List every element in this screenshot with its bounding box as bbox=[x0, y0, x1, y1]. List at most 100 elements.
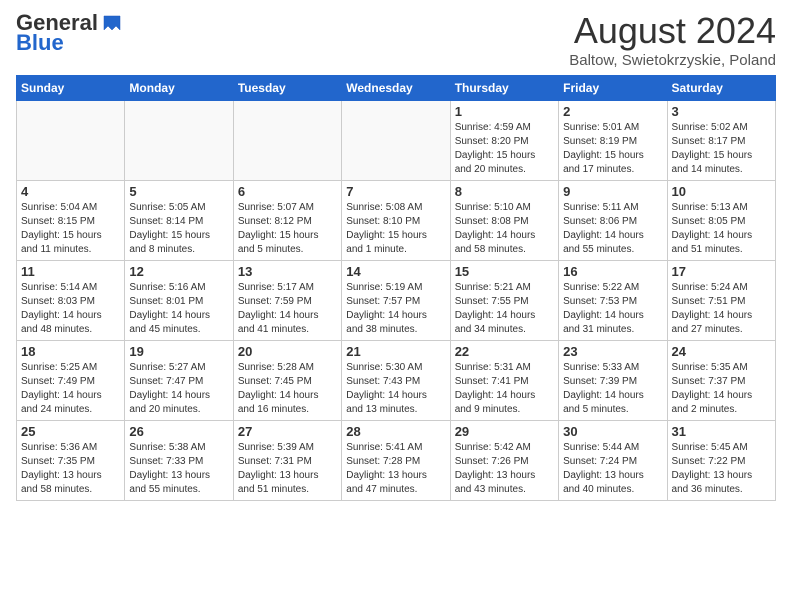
calendar-cell bbox=[125, 101, 233, 181]
day-number: 7 bbox=[346, 184, 445, 199]
calendar-cell: 12 Sunrise: 5:16 AM Sunset: 8:01 PM Dayli… bbox=[125, 261, 233, 341]
day-number: 16 bbox=[563, 264, 662, 279]
day-number: 2 bbox=[563, 104, 662, 119]
calendar-cell: 22Sunrise: 5:31 AM Sunset: 7:41 PM Dayli… bbox=[450, 341, 558, 421]
day-info: Sunrise: 5:39 AM Sunset: 7:31 PM Dayligh… bbox=[238, 441, 337, 497]
day-number: 26 bbox=[129, 424, 228, 439]
day-info: Sunrise: 5:01 AM Sunset: 8:19 PM Dayligh… bbox=[563, 121, 662, 177]
calendar-cell: 30Sunrise: 5:44 AM Sunset: 7:24 PM Dayli… bbox=[559, 421, 667, 501]
day-info: Sunrise: 5:07 AM Sunset: 8:12 PM Dayligh… bbox=[238, 201, 337, 257]
day-number: 1 bbox=[455, 104, 554, 119]
calendar-cell: 28 Sunrise: 5:41 AM Sunset: 7:28 PM Dayli… bbox=[342, 421, 450, 501]
day-info: Sunrise: 5:30 AM Sunset: 7:43 PM Dayligh… bbox=[346, 361, 445, 417]
day-number: 12 bbox=[129, 264, 228, 279]
day-number: 23 bbox=[563, 344, 662, 359]
day-info: Sunrise: 4:59 AM Sunset: 8:20 PM Dayligh… bbox=[455, 121, 554, 177]
day-number: 13 bbox=[238, 264, 337, 279]
col-header-thursday: Thursday bbox=[450, 76, 558, 101]
day-number: 5 bbox=[129, 184, 228, 199]
day-number: 24 bbox=[672, 344, 771, 359]
day-number: 18 bbox=[21, 344, 120, 359]
week-row-3: 11 Sunrise: 5:14 AM Sunset: 8:03 PM Dayli… bbox=[17, 261, 776, 341]
calendar-cell: 25 Sunrise: 5:36 AM Sunset: 7:35 PM Dayli… bbox=[17, 421, 125, 501]
day-number: 3 bbox=[672, 104, 771, 119]
week-row-4: 18 Sunrise: 5:25 AM Sunset: 7:49 PM Dayli… bbox=[17, 341, 776, 421]
calendar-cell: 11 Sunrise: 5:14 AM Sunset: 8:03 PM Dayli… bbox=[17, 261, 125, 341]
day-number: 28 bbox=[346, 424, 445, 439]
day-number: 17 bbox=[672, 264, 771, 279]
day-info: Sunrise: 5:45 AM Sunset: 7:22 PM Dayligh… bbox=[672, 441, 771, 497]
day-number: 29 bbox=[455, 424, 554, 439]
calendar-table: SundayMondayTuesdayWednesdayThursdayFrid… bbox=[16, 75, 776, 501]
day-info: Sunrise: 5:28 AM Sunset: 7:45 PM Dayligh… bbox=[238, 361, 337, 417]
day-info: Sunrise: 5:22 AM Sunset: 7:53 PM Dayligh… bbox=[563, 281, 662, 337]
day-info: Sunrise: 5:17 AM Sunset: 7:59 PM Dayligh… bbox=[238, 281, 337, 337]
day-number: 8 bbox=[455, 184, 554, 199]
calendar-header-row: SundayMondayTuesdayWednesdayThursdayFrid… bbox=[17, 76, 776, 101]
calendar-cell: 2 Sunrise: 5:01 AM Sunset: 8:19 PM Daylig… bbox=[559, 101, 667, 181]
calendar-cell: 18 Sunrise: 5:25 AM Sunset: 7:49 PM Dayli… bbox=[17, 341, 125, 421]
calendar-cell: 31 Sunrise: 5:45 AM Sunset: 7:22 PM Dayli… bbox=[667, 421, 775, 501]
day-number: 10 bbox=[672, 184, 771, 199]
calendar-cell: 7 Sunrise: 5:08 AM Sunset: 8:10 PM Daylig… bbox=[342, 181, 450, 261]
calendar-cell: 14Sunrise: 5:19 AM Sunset: 7:57 PM Dayli… bbox=[342, 261, 450, 341]
day-info: Sunrise: 5:08 AM Sunset: 8:10 PM Dayligh… bbox=[346, 201, 445, 257]
day-number: 21 bbox=[346, 344, 445, 359]
calendar-cell: 26Sunrise: 5:38 AM Sunset: 7:33 PM Dayli… bbox=[125, 421, 233, 501]
calendar-cell: 20 Sunrise: 5:28 AM Sunset: 7:45 PM Dayli… bbox=[233, 341, 341, 421]
day-info: Sunrise: 5:19 AM Sunset: 7:57 PM Dayligh… bbox=[346, 281, 445, 337]
week-row-1: 1 Sunrise: 4:59 AM Sunset: 8:20 PM Daylig… bbox=[17, 101, 776, 181]
day-number: 19 bbox=[129, 344, 228, 359]
day-info: Sunrise: 5:25 AM Sunset: 7:49 PM Dayligh… bbox=[21, 361, 120, 417]
day-info: Sunrise: 5:27 AM Sunset: 7:47 PM Dayligh… bbox=[129, 361, 228, 417]
logo-blue: Blue bbox=[16, 30, 122, 56]
week-row-5: 25 Sunrise: 5:36 AM Sunset: 7:35 PM Dayli… bbox=[17, 421, 776, 501]
page-container: General Blue August 2024 Baltow, Swietok… bbox=[0, 0, 792, 511]
col-header-tuesday: Tuesday bbox=[233, 76, 341, 101]
col-header-monday: Monday bbox=[125, 76, 233, 101]
calendar-cell: 16 Sunrise: 5:22 AM Sunset: 7:53 PM Dayli… bbox=[559, 261, 667, 341]
day-info: Sunrise: 5:10 AM Sunset: 8:08 PM Dayligh… bbox=[455, 201, 554, 257]
day-info: Sunrise: 5:11 AM Sunset: 8:06 PM Dayligh… bbox=[563, 201, 662, 257]
calendar-cell: 21 Sunrise: 5:30 AM Sunset: 7:43 PM Dayli… bbox=[342, 341, 450, 421]
day-number: 11 bbox=[21, 264, 120, 279]
calendar-cell: 15Sunrise: 5:21 AM Sunset: 7:55 PM Dayli… bbox=[450, 261, 558, 341]
day-info: Sunrise: 5:16 AM Sunset: 8:01 PM Dayligh… bbox=[129, 281, 228, 337]
day-number: 31 bbox=[672, 424, 771, 439]
day-info: Sunrise: 5:31 AM Sunset: 7:41 PM Dayligh… bbox=[455, 361, 554, 417]
day-number: 9 bbox=[563, 184, 662, 199]
col-header-saturday: Saturday bbox=[667, 76, 775, 101]
day-info: Sunrise: 5:33 AM Sunset: 7:39 PM Dayligh… bbox=[563, 361, 662, 417]
day-info: Sunrise: 5:14 AM Sunset: 8:03 PM Dayligh… bbox=[21, 281, 120, 337]
day-number: 27 bbox=[238, 424, 337, 439]
col-header-sunday: Sunday bbox=[17, 76, 125, 101]
day-info: Sunrise: 5:36 AM Sunset: 7:35 PM Dayligh… bbox=[21, 441, 120, 497]
calendar-cell: 3Sunrise: 5:02 AM Sunset: 8:17 PM Daylig… bbox=[667, 101, 775, 181]
day-info: Sunrise: 5:05 AM Sunset: 8:14 PM Dayligh… bbox=[129, 201, 228, 257]
calendar-cell bbox=[17, 101, 125, 181]
week-row-2: 4 Sunrise: 5:04 AM Sunset: 8:15 PM Daylig… bbox=[17, 181, 776, 261]
title-area: August 2024 Baltow, Swietokrzyskie, Pola… bbox=[569, 10, 776, 69]
day-number: 20 bbox=[238, 344, 337, 359]
day-number: 30 bbox=[563, 424, 662, 439]
day-info: Sunrise: 5:35 AM Sunset: 7:37 PM Dayligh… bbox=[672, 361, 771, 417]
col-header-wednesday: Wednesday bbox=[342, 76, 450, 101]
day-info: Sunrise: 5:21 AM Sunset: 7:55 PM Dayligh… bbox=[455, 281, 554, 337]
day-number: 6 bbox=[238, 184, 337, 199]
calendar-cell: 4 Sunrise: 5:04 AM Sunset: 8:15 PM Daylig… bbox=[17, 181, 125, 261]
calendar-cell: 23 Sunrise: 5:33 AM Sunset: 7:39 PM Dayli… bbox=[559, 341, 667, 421]
calendar-cell: 17 Sunrise: 5:24 AM Sunset: 7:51 PM Dayli… bbox=[667, 261, 775, 341]
calendar-cell: 6 Sunrise: 5:07 AM Sunset: 8:12 PM Daylig… bbox=[233, 181, 341, 261]
day-info: Sunrise: 5:24 AM Sunset: 7:51 PM Dayligh… bbox=[672, 281, 771, 337]
calendar-cell: 19 Sunrise: 5:27 AM Sunset: 7:47 PM Dayli… bbox=[125, 341, 233, 421]
day-number: 4 bbox=[21, 184, 120, 199]
location: Baltow, Swietokrzyskie, Poland bbox=[569, 52, 776, 69]
day-info: Sunrise: 5:04 AM Sunset: 8:15 PM Dayligh… bbox=[21, 201, 120, 257]
day-info: Sunrise: 5:41 AM Sunset: 7:28 PM Dayligh… bbox=[346, 441, 445, 497]
day-number: 25 bbox=[21, 424, 120, 439]
calendar-cell: 9 Sunrise: 5:11 AM Sunset: 8:06 PM Daylig… bbox=[559, 181, 667, 261]
calendar-cell: 1 Sunrise: 4:59 AM Sunset: 8:20 PM Daylig… bbox=[450, 101, 558, 181]
calendar-cell bbox=[233, 101, 341, 181]
calendar-cell: 13 Sunrise: 5:17 AM Sunset: 7:59 PM Dayli… bbox=[233, 261, 341, 341]
calendar-cell: 27 Sunrise: 5:39 AM Sunset: 7:31 PM Dayli… bbox=[233, 421, 341, 501]
